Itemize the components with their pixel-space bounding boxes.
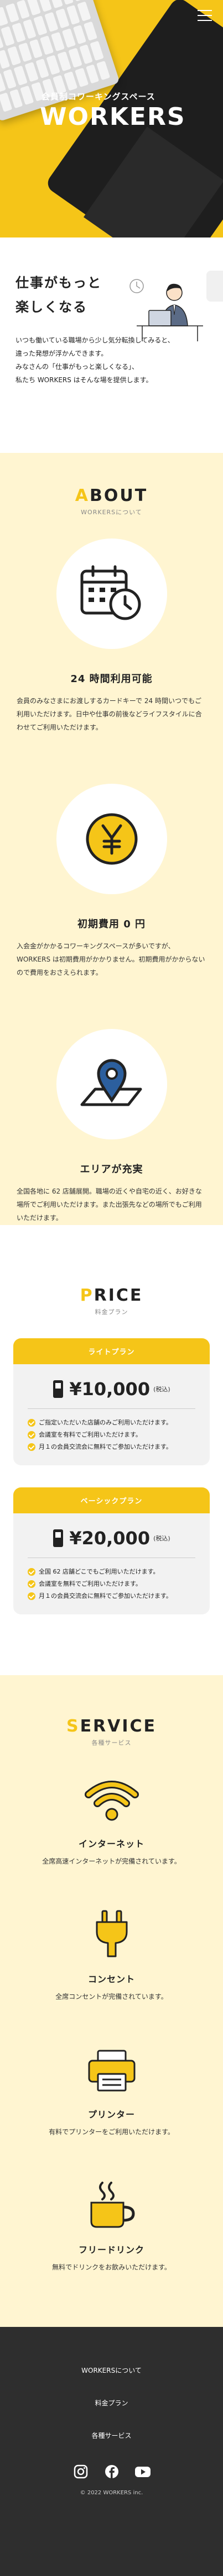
about-title: ABOUT WORKERSについて bbox=[75, 486, 148, 516]
feature-24h: 24 時間利用可能 会員のみなさまにお渡しするカードキーで 24 時間いつでもご… bbox=[0, 539, 223, 734]
page: 会員制コワーキングスペース WORKERS 仕事がもっと 楽しくなる いつも働い… bbox=[0, 0, 223, 2576]
about-section: ABOUT WORKERSについて 24 時間利用可能 会員のみなさまにお渡しす… bbox=[0, 453, 223, 1225]
instagram-icon[interactable] bbox=[72, 2463, 89, 2480]
hero-tagline: 会員制コワーキングスペース bbox=[42, 92, 155, 102]
youtube-icon[interactable] bbox=[134, 2463, 151, 2480]
service-title: SERVICE 各種サービス bbox=[66, 1717, 157, 1746]
card-key-icon bbox=[53, 1529, 64, 1547]
footer-link-service[interactable]: 各種サービス bbox=[0, 2431, 223, 2440]
service-section: SERVICE 各種サービス インターネット 全席高速インターネットが完備されて… bbox=[0, 1675, 223, 2327]
plan-feature: ご指定いただいた店舗のみご利用いただけます。 bbox=[28, 1417, 195, 1429]
price-title: PRICE 料金プラン bbox=[80, 1286, 143, 1316]
card-key-icon bbox=[53, 1380, 64, 1398]
footer-link-price[interactable]: 料金プラン bbox=[0, 2398, 223, 2408]
service-printer: プリンター 有料でプリンターをご利用いただけます。 bbox=[0, 2045, 223, 2136]
plan-feature: 会議室を無料でご利用いただけます。 bbox=[28, 1578, 195, 1590]
check-icon bbox=[28, 1419, 35, 1427]
plan-feature: 月１の会員交流会に無料でご参加いただけます。 bbox=[28, 1590, 195, 1602]
footer: WORKERSについて 料金プラン 各種サービス © 2022 WORKERS … bbox=[0, 2327, 223, 2576]
facebook-icon[interactable] bbox=[103, 2463, 120, 2480]
social-links bbox=[0, 2463, 223, 2480]
plan-feature: 会議室を有料でご利用いただけます。 bbox=[28, 1429, 195, 1441]
service-internet: インターネット 全席高速インターネットが完備されています。 bbox=[0, 1775, 223, 1866]
feature-area: エリアが充実 全国各地に 62 店舗展開。職場の近くや自宅の近く、お好きな場所で… bbox=[0, 1029, 223, 1224]
service-drink: フリードリンク 無料でドリンクをお飲みいただけます。 bbox=[0, 2181, 223, 2272]
coffee-cup-icon bbox=[90, 2182, 135, 2228]
plug-icon bbox=[96, 1910, 127, 1957]
wifi-icon bbox=[84, 1781, 139, 1821]
copyright: © 2022 WORKERS inc. bbox=[80, 2490, 143, 2496]
printer-icon bbox=[88, 2050, 135, 2092]
plan-light: ライトプラン ¥10,000 (税込) ご指定いただいた店舗のみご利用いただけま… bbox=[13, 1338, 210, 1465]
check-icon bbox=[28, 1431, 35, 1439]
feature-initial-cost: 初期費用 0 円 入会金がかかるコワーキングスペースが多いですが、WORKERS… bbox=[0, 784, 223, 979]
footer-link-about[interactable]: WORKERSについて bbox=[0, 2366, 223, 2375]
check-icon bbox=[28, 1592, 35, 1600]
check-icon bbox=[28, 1580, 35, 1588]
check-icon bbox=[28, 1443, 35, 1451]
service-outlet: コンセント 全席コンセントが完備されています。 bbox=[0, 1910, 223, 2001]
map-pin-icon bbox=[80, 1059, 142, 1106]
plan-feature: 月１の会員交流会に無料でご参加いただけます。 bbox=[28, 1441, 195, 1453]
hamburger-menu-icon[interactable] bbox=[198, 10, 212, 21]
intro-section: 仕事がもっと 楽しくなる いつも働いている職場から少し気分転換してみると、 違っ… bbox=[0, 237, 223, 453]
person-working-illustration bbox=[129, 279, 203, 341]
price-section: PRICE 料金プラン ライトプラン ¥10,000 (税込) ご指定いただいた… bbox=[0, 1225, 223, 1675]
plan-basic: ベーシックプラン ¥20,000 (税込) 全国 62 店舗どこでもご利用いただ… bbox=[13, 1487, 210, 1614]
yen-coin-icon bbox=[86, 813, 137, 865]
calendar-clock-icon bbox=[80, 565, 141, 620]
hero-brand: WORKERS bbox=[40, 103, 186, 131]
hero: 会員制コワーキングスペース WORKERS bbox=[0, 0, 223, 237]
plan-feature: 全国 62 店舗どこでもご利用いただけます。 bbox=[28, 1566, 195, 1578]
side-tab[interactable] bbox=[206, 271, 223, 302]
check-icon bbox=[28, 1568, 35, 1576]
